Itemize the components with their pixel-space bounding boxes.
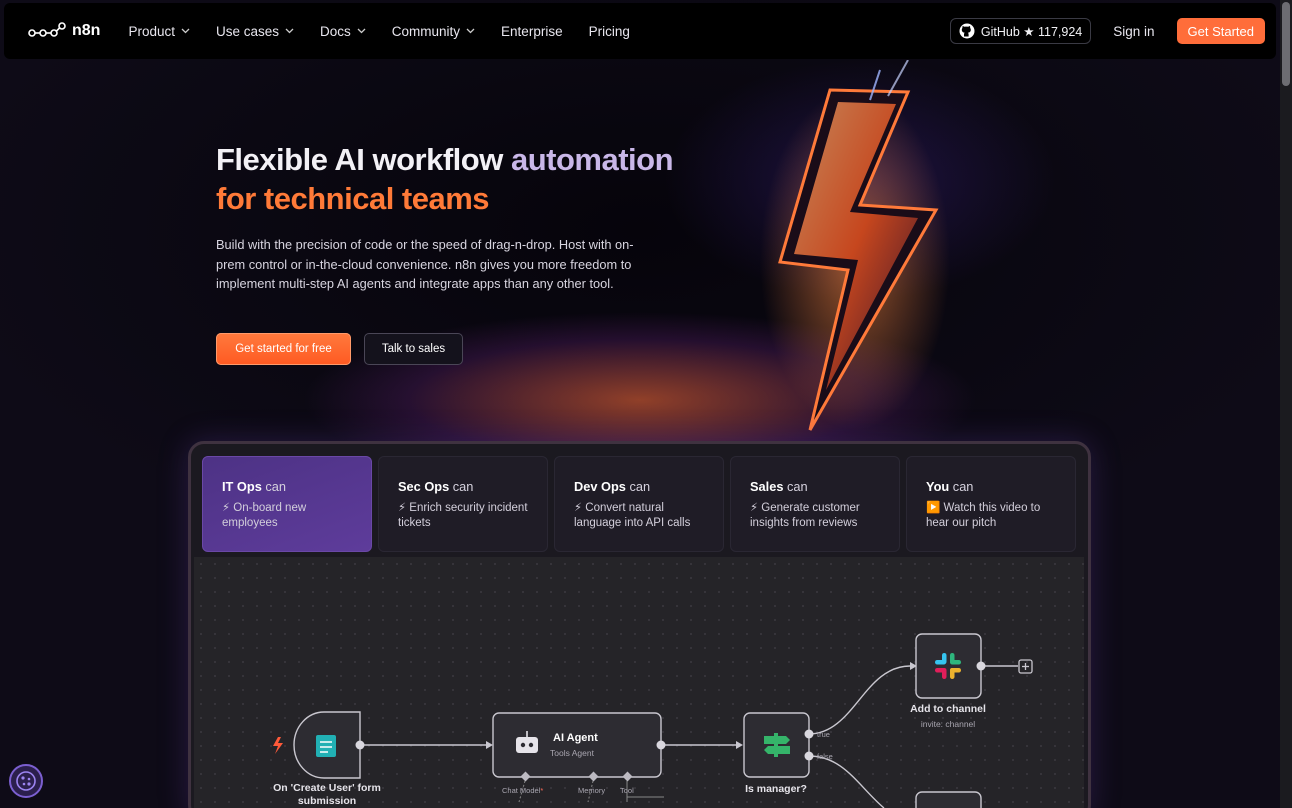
hero-description: Build with the precision of code or the … — [216, 237, 634, 291]
card-it-ops[interactable]: IT Ops can ⚡ On-board new employees — [202, 456, 372, 552]
chevron-down-icon — [466, 28, 475, 34]
n8n-logo-icon — [28, 22, 66, 37]
card-sales[interactable]: Sales can ⚡ Generate customer insights f… — [730, 456, 900, 552]
chevron-down-icon — [285, 28, 294, 34]
port-label-memory: Memory — [578, 786, 606, 795]
lightning-icon: ⚡ — [398, 502, 407, 514]
chevron-down-icon — [181, 28, 190, 34]
chevron-down-icon — [357, 28, 366, 34]
lightning-icon: ⚡ — [574, 502, 583, 514]
nav-item-label: Enterprise — [501, 23, 563, 39]
use-case-cards: IT Ops can ⚡ On-board new employees Sec … — [202, 456, 1076, 552]
card-title: Dev Ops can — [574, 479, 651, 494]
card-text: ⚡ Enrich security incident tickets — [398, 502, 528, 529]
hero-title-part1: Flexible AI workflow — [216, 142, 511, 177]
port-label-chat-model: Chat Model* — [502, 786, 544, 795]
card-text: ▶️ Watch this video to hear our pitch — [926, 502, 1041, 529]
hero-title-part2: automation — [510, 142, 674, 177]
slack-node-label: Add to channel — [910, 703, 986, 715]
nav-item-label: Community — [391, 23, 461, 39]
nav-item-product[interactable]: Product — [128, 24, 190, 39]
card-title: You can — [926, 479, 974, 494]
page-scrollbar[interactable] — [1280, 0, 1292, 808]
workflow-graph — [273, 633, 1033, 808]
nav-item-pricing[interactable]: Pricing — [589, 24, 630, 39]
nav-item-docs[interactable]: Docs — [320, 24, 366, 39]
if-node-label: Is manager? — [745, 783, 807, 795]
card-dev-ops[interactable]: Dev Ops can ⚡ Convert natural language i… — [554, 456, 724, 552]
card-title: Sec Ops can — [398, 479, 474, 494]
cookie-settings-button[interactable] — [9, 764, 43, 798]
connection-false — [808, 755, 885, 808]
port-label-tool: Tool — [620, 786, 634, 795]
lightning-bolt-illustration — [760, 60, 950, 431]
nav-item-label: Docs — [320, 23, 351, 39]
nav-item-community[interactable]: Community — [392, 24, 475, 39]
nav-item-enterprise[interactable]: Enterprise — [501, 24, 563, 39]
ai-agent-title: AI Agent — [553, 732, 598, 744]
cookie-icon — [16, 771, 36, 791]
play-video-icon: ▶️ — [926, 502, 941, 514]
arrow-icon — [486, 741, 493, 749]
if-node — [743, 712, 814, 778]
branch-label-false: false — [817, 752, 833, 761]
trigger-node-label: On 'Create User' form submission — [273, 782, 381, 807]
talk-to-sales-button[interactable]: Talk to sales — [364, 333, 463, 365]
logo[interactable]: n8n — [28, 21, 100, 41]
connection-true-slack — [808, 665, 911, 735]
scrollbar-thumb[interactable] — [1282, 2, 1290, 86]
trigger-node — [273, 711, 365, 779]
next-node-partial — [915, 791, 982, 808]
lightning-icon: ⚡ — [222, 502, 231, 514]
nav-item-label: Product — [128, 23, 175, 39]
arrow-icon — [736, 741, 743, 749]
slack-node-sublabel: invite: channel — [920, 719, 976, 729]
card-text: ⚡ On-board new employees — [222, 502, 307, 529]
card-title: Sales can — [750, 479, 808, 494]
lightning-icon: ⚡ — [750, 502, 759, 514]
sign-in-link[interactable]: Sign in — [1113, 24, 1154, 39]
ai-agent-subtitle: Tools Agent — [550, 748, 594, 758]
get-started-button[interactable]: Get Started — [1176, 18, 1265, 44]
nav-item-use-cases[interactable]: Use cases — [216, 24, 294, 39]
nav-links: Product Use cases Docs Community Enterpr… — [128, 24, 655, 39]
logo-text: n8n — [72, 22, 101, 39]
hero-title: Flexible AI workflow automation for tech… — [216, 140, 674, 218]
card-text: ⚡ Generate customer insights from review… — [750, 502, 860, 529]
github-button[interactable]: GitHub ★ 117,924 — [949, 18, 1092, 44]
nav-item-label: Pricing — [588, 23, 630, 39]
card-you[interactable]: You can ▶️ Watch this video to hear our … — [906, 456, 1076, 552]
card-title: IT Ops can — [222, 479, 287, 494]
card-sec-ops[interactable]: Sec Ops can ⚡ Enrich security incident t… — [378, 456, 548, 552]
top-navigation: n8n Product Use cases Docs Community Ent… — [4, 3, 1276, 59]
github-icon — [959, 23, 975, 39]
nav-actions: GitHub ★ 117,924 Sign in Get Started — [949, 18, 1265, 44]
slack-node — [915, 633, 986, 699]
card-text: ⚡ Convert natural language into API call… — [574, 502, 691, 529]
github-label: GitHub ★ 117,924 — [980, 24, 1083, 39]
branch-label-true: true — [817, 730, 830, 739]
hero-title-line2: for technical teams — [216, 181, 490, 216]
add-node-icon — [1018, 659, 1033, 674]
nav-item-label: Use cases — [215, 23, 280, 39]
get-started-free-button[interactable]: Get started for free — [216, 333, 351, 365]
